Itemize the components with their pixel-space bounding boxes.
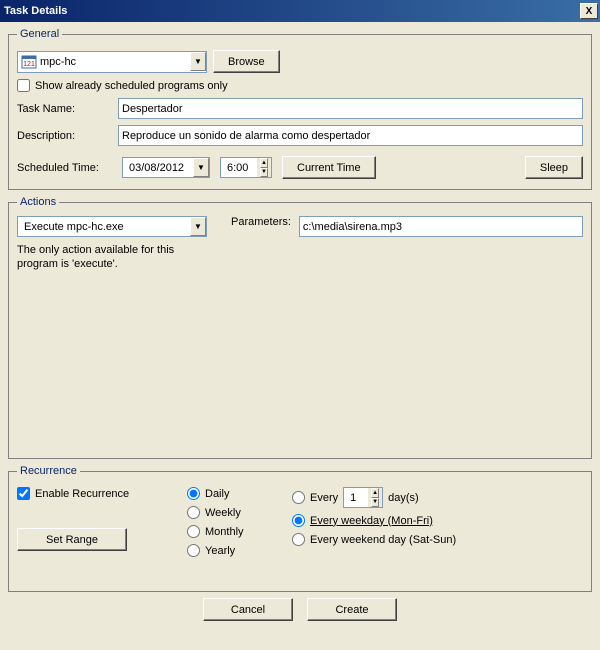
show-scheduled-checkbox[interactable]: Show already scheduled programs only <box>17 79 228 92</box>
spinner-up-icon[interactable]: ▲ <box>371 488 379 498</box>
chevron-down-icon[interactable]: ▼ <box>193 158 209 177</box>
scheduled-time-label: Scheduled Time: <box>17 162 112 174</box>
description-input[interactable] <box>118 125 583 146</box>
recurrence-group: Recurrence Enable Recurrence Set Range D… <box>8 465 592 592</box>
enable-recurrence-label: Enable Recurrence <box>35 488 129 500</box>
parameters-input[interactable] <box>299 216 583 237</box>
chevron-down-icon[interactable]: ▼ <box>190 217 206 236</box>
spinner-up-icon[interactable]: ▲ <box>260 158 268 168</box>
dialog-buttons: Cancel Create <box>8 598 592 621</box>
current-time-button[interactable]: Current Time <box>282 156 376 179</box>
chevron-down-icon[interactable]: ▼ <box>190 52 206 71</box>
parameters-label: Parameters: <box>231 216 291 228</box>
cancel-button[interactable]: Cancel <box>203 598 293 621</box>
scheduled-time-input[interactable]: 6:00 ▲ ▼ <box>220 157 272 178</box>
every-weekday-label: Every weekday (Mon-Fri) <box>310 515 433 527</box>
every-weekend-label: Every weekend day (Sat-Sun) <box>310 534 456 546</box>
program-select-value: mpc-hc <box>40 56 190 68</box>
description-label: Description: <box>17 130 112 142</box>
every-days-value: 1 <box>347 490 368 506</box>
set-range-button[interactable]: Set Range <box>17 528 127 551</box>
every-weekend-radio[interactable]: Every weekend day (Sat-Sun) <box>292 533 583 546</box>
daily-pattern-radio-group: Every 1 ▲ ▼ day(s) Every weekday (Mon-Fr… <box>292 485 583 552</box>
general-group: General 121 mpc-hc ▼ Browse Show already… <box>8 28 592 190</box>
enable-recurrence-input[interactable] <box>17 487 30 500</box>
frequency-radio-group: Daily Weekly Monthly Yearly <box>187 485 282 563</box>
browse-button[interactable]: Browse <box>213 50 280 73</box>
actions-group: Actions Execute mpc-hc.exe ▼ The only ac… <box>8 196 592 459</box>
action-select-value: Execute mpc-hc.exe <box>21 219 190 235</box>
actions-legend: Actions <box>17 196 59 208</box>
every-days-spinner[interactable]: ▲ ▼ <box>368 488 382 507</box>
scheduled-date-input[interactable]: 03/08/2012 ▼ <box>122 157 210 178</box>
svg-text:121: 121 <box>23 61 35 68</box>
every-label: Every <box>310 492 338 504</box>
freq-monthly-radio[interactable]: Monthly <box>187 525 282 538</box>
sleep-button[interactable]: Sleep <box>525 156 583 179</box>
general-legend: General <box>17 28 62 40</box>
enable-recurrence-checkbox[interactable]: Enable Recurrence <box>17 487 177 500</box>
task-name-label: Task Name: <box>17 103 112 115</box>
create-button[interactable]: Create <box>307 598 397 621</box>
calendar-icon: 121 <box>21 54 37 70</box>
time-spinner[interactable]: ▲ ▼ <box>257 158 271 177</box>
show-scheduled-input[interactable] <box>17 79 30 92</box>
close-button[interactable]: X <box>580 3 598 19</box>
program-select[interactable]: 121 mpc-hc ▼ <box>17 51 207 73</box>
spinner-down-icon[interactable]: ▼ <box>371 498 379 508</box>
freq-weekly-radio[interactable]: Weekly <box>187 506 282 519</box>
every-n-days-radio[interactable]: Every 1 ▲ ▼ day(s) <box>292 487 583 508</box>
spinner-down-icon[interactable]: ▼ <box>260 168 268 178</box>
scheduled-date-value: 03/08/2012 <box>126 160 193 176</box>
days-label: day(s) <box>388 492 419 504</box>
action-note: The only action available for this progr… <box>17 243 197 272</box>
freq-yearly-radio[interactable]: Yearly <box>187 544 282 557</box>
freq-daily-radio[interactable]: Daily <box>187 487 282 500</box>
recurrence-legend: Recurrence <box>17 465 80 477</box>
every-days-input[interactable]: 1 ▲ ▼ <box>343 487 383 508</box>
action-select[interactable]: Execute mpc-hc.exe ▼ <box>17 216 207 237</box>
every-weekday-radio[interactable]: Every weekday (Mon-Fri) <box>292 514 583 527</box>
scheduled-time-value: 6:00 <box>224 160 257 176</box>
task-name-input[interactable] <box>118 98 583 119</box>
show-scheduled-label: Show already scheduled programs only <box>35 80 228 92</box>
close-icon: X <box>586 6 593 17</box>
window-title: Task Details <box>4 5 67 17</box>
title-bar: Task Details X <box>0 0 600 22</box>
